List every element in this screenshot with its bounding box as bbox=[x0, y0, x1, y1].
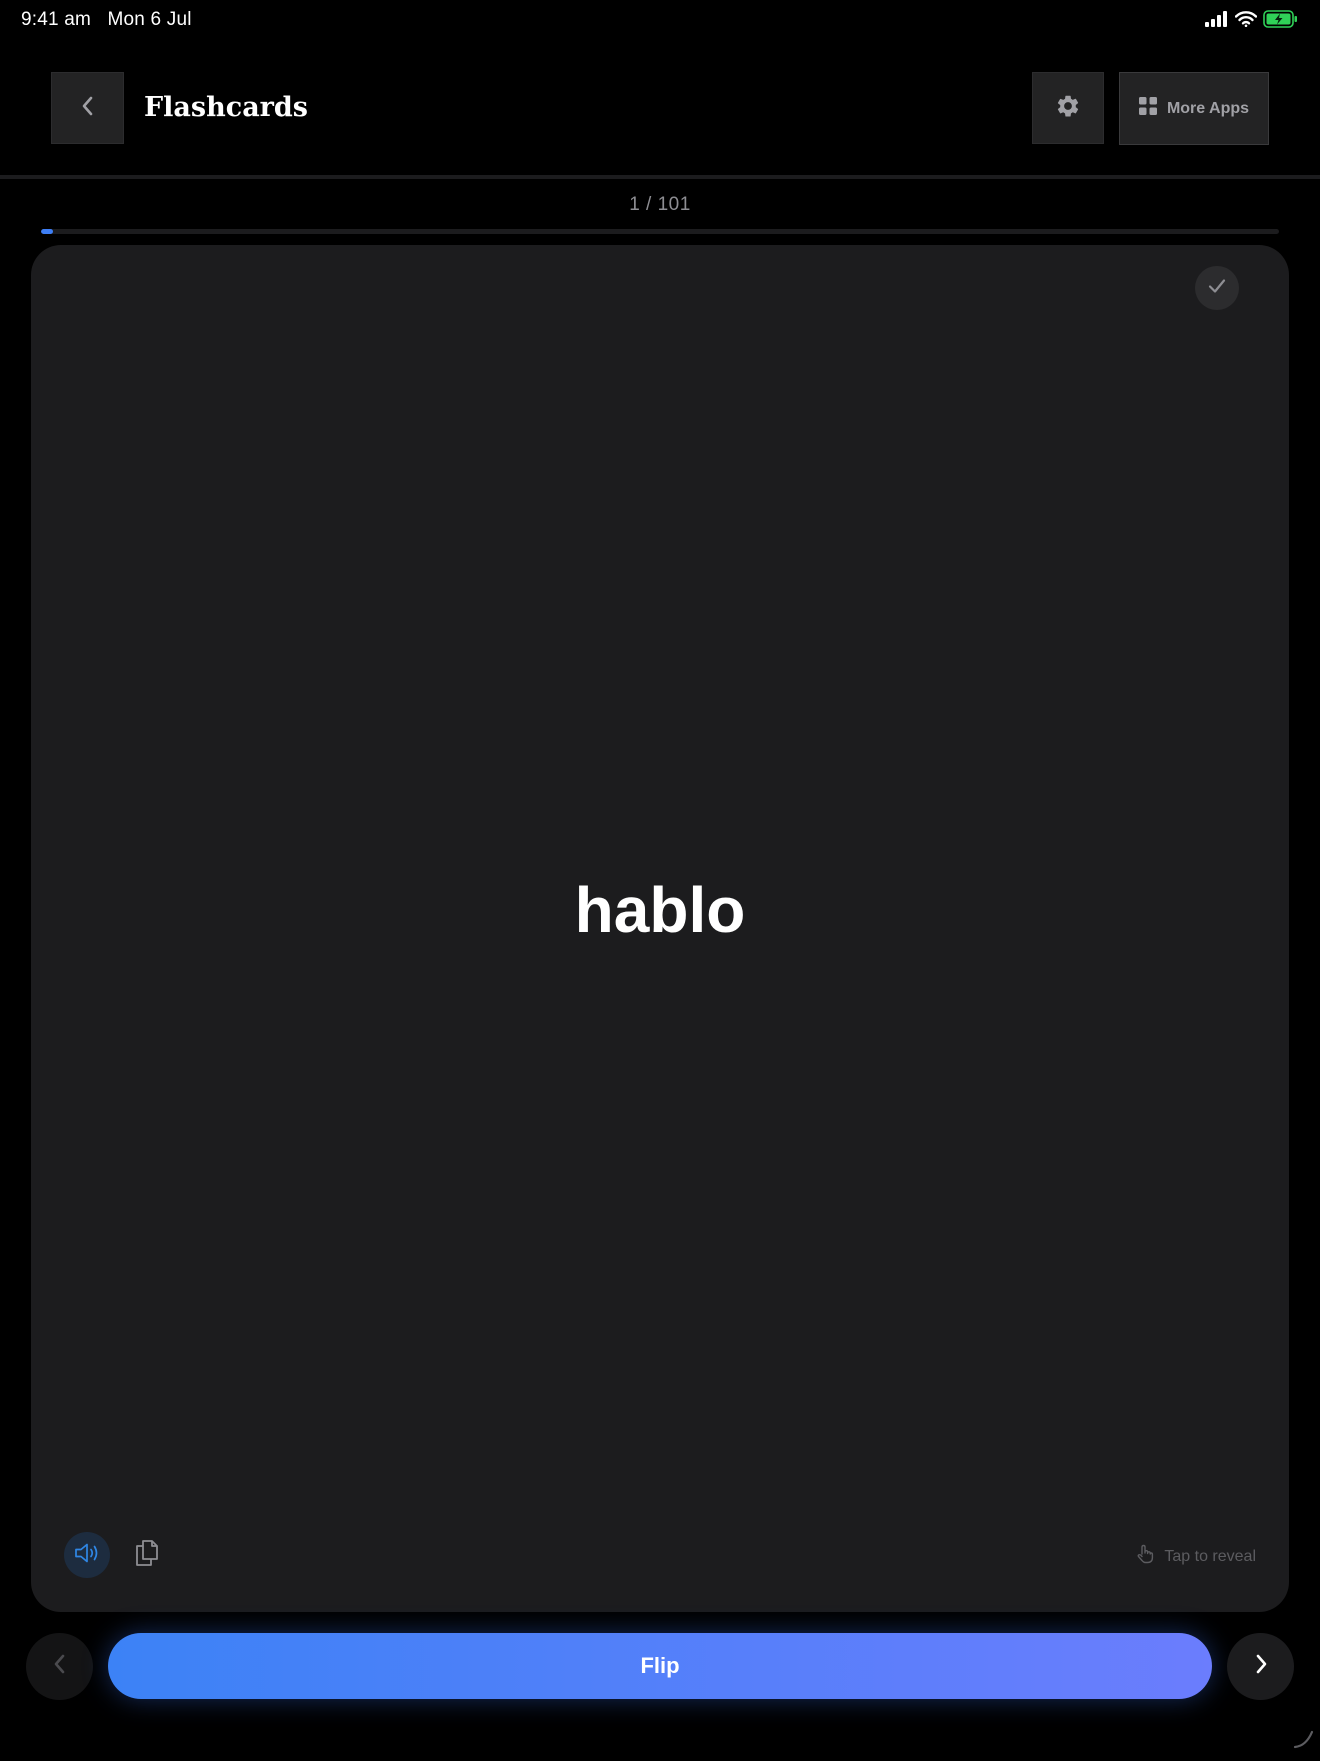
more-apps-label: More Apps bbox=[1166, 99, 1250, 117]
checkmark-icon bbox=[1207, 277, 1227, 300]
status-icons bbox=[1205, 10, 1299, 28]
battery-charging-icon bbox=[1263, 10, 1299, 28]
wifi-icon bbox=[1235, 11, 1257, 27]
copy-icon bbox=[133, 1538, 161, 1573]
header-divider bbox=[0, 175, 1320, 179]
status-date: Mon 6 Jul bbox=[107, 9, 192, 30]
progress-counter: 1 / 101 bbox=[629, 194, 691, 215]
settings-button[interactable] bbox=[1032, 72, 1104, 144]
status-time-date: 9:41 am Mon 6 Jul bbox=[21, 9, 192, 31]
flashcard-word: hablo bbox=[574, 874, 746, 946]
chevron-left-icon bbox=[80, 95, 96, 122]
tap-hand-icon bbox=[1136, 1544, 1154, 1569]
tap-to-reveal-hint: Tap to reveal bbox=[1136, 1544, 1256, 1569]
chevron-left-icon bbox=[52, 1653, 68, 1680]
page-title: Flashcards bbox=[144, 92, 308, 123]
home-indicator-corner bbox=[1292, 1726, 1316, 1755]
mark-known-button[interactable] bbox=[1195, 266, 1239, 310]
speak-button[interactable] bbox=[64, 1532, 110, 1578]
flip-button[interactable]: Flip bbox=[108, 1633, 1212, 1699]
next-card-button[interactable] bbox=[1227, 1633, 1294, 1700]
previous-card-button[interactable] bbox=[26, 1633, 93, 1700]
grid-icon bbox=[1138, 97, 1157, 120]
chevron-right-icon bbox=[1253, 1653, 1269, 1680]
status-time: 9:41 am bbox=[21, 9, 92, 30]
gear-icon bbox=[1055, 93, 1081, 124]
progress-bar-fill bbox=[41, 229, 54, 234]
progress-bar bbox=[41, 229, 1279, 234]
back-button[interactable] bbox=[51, 72, 124, 144]
copy-button[interactable] bbox=[130, 1538, 164, 1572]
cellular-signal-icon bbox=[1205, 11, 1229, 27]
more-apps-button[interactable]: More Apps bbox=[1119, 72, 1269, 145]
speaker-icon bbox=[73, 1541, 101, 1570]
flashcard[interactable]: hablo Tap to reveal bbox=[31, 245, 1289, 1612]
tap-to-reveal-label: Tap to reveal bbox=[1164, 1547, 1256, 1565]
